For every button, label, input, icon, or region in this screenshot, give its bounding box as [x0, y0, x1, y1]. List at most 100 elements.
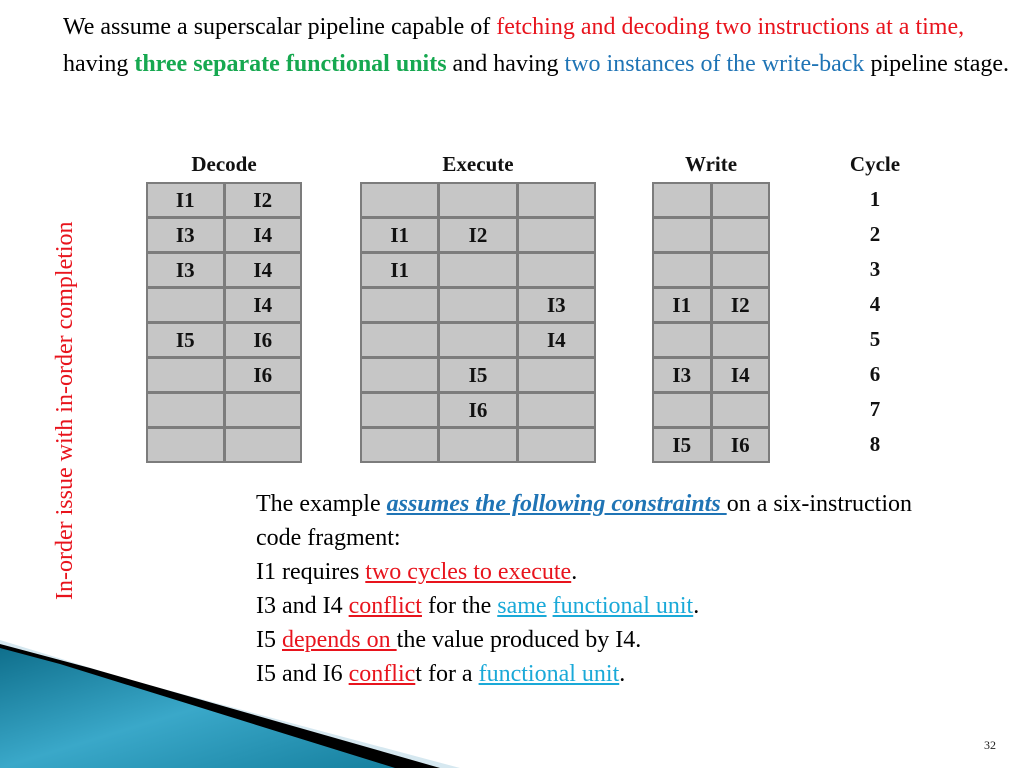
- decode-cell: I5: [148, 324, 223, 356]
- decode-title: Decode: [191, 152, 257, 176]
- constraint-segment: for the: [421, 593, 498, 619]
- constraint-segment: I3 and I4: [256, 593, 349, 619]
- decode-cell: [148, 429, 223, 461]
- execute-cell: I1: [362, 219, 438, 251]
- execute-cell: [518, 359, 594, 391]
- constraint-segment: two cycles to execute: [365, 559, 572, 585]
- decode-cell: [148, 289, 223, 321]
- execute-cell: [362, 289, 438, 321]
- execute-cell: I5: [440, 359, 516, 391]
- constraint-segment: I1 requires: [256, 559, 366, 585]
- decode-cell: I4: [225, 289, 300, 321]
- constraint-line: I3 and I4 conflict for the same function…: [256, 589, 956, 623]
- write-cell: [654, 219, 710, 251]
- cycle-number: 2: [869, 222, 881, 246]
- cycle-title: Cycle: [849, 152, 901, 176]
- intro-segment: pipeline stage.: [864, 51, 1010, 77]
- write-cell: [712, 324, 768, 356]
- decode-cell: I1: [148, 184, 223, 216]
- constraint-segment: The example: [256, 491, 387, 517]
- execute-cell: [440, 324, 516, 356]
- intro-segment: three separate functional units: [134, 51, 447, 77]
- constraint-segment: .: [693, 593, 700, 619]
- execute-cell: I3: [518, 289, 594, 321]
- write-cell: I4: [712, 359, 768, 391]
- write-cell: [654, 254, 710, 286]
- constraint-segment: .: [571, 559, 578, 585]
- execute-cell: [440, 184, 516, 216]
- write-cell: [654, 394, 710, 426]
- execute-cell: [362, 184, 438, 216]
- decode-cell: I4: [225, 219, 300, 251]
- constraint-segment: conflict: [348, 593, 422, 619]
- write-cell: [712, 394, 768, 426]
- execute-cell: I2: [440, 219, 516, 251]
- intro-paragraph: We assume a superscalar pipeline capable…: [63, 9, 1013, 83]
- decode-table: I1 I2 I3 I4 I3 I4 I4 I5 I6 I6: [146, 182, 302, 463]
- execute-cell: [518, 254, 594, 286]
- constraint-segment: same: [497, 593, 547, 619]
- decode-cell: [148, 359, 223, 391]
- constraint-line: I1 requires two cycles to execute.: [256, 555, 956, 589]
- constraint-segment: functional unit: [478, 661, 620, 687]
- page-number: 32: [984, 738, 996, 752]
- write-cell: [712, 219, 768, 251]
- write-table: I1 I2 I3 I4 I5 I6: [652, 182, 770, 463]
- execute-cell: [440, 289, 516, 321]
- execute-title: Execute: [442, 152, 514, 176]
- execute-cell: [362, 324, 438, 356]
- cycle-number: 5: [869, 327, 881, 351]
- write-cell: [712, 184, 768, 216]
- execute-cell: I1: [362, 254, 438, 286]
- decode-cell: I6: [225, 324, 300, 356]
- constraint-segment: .: [619, 661, 626, 687]
- decode-cell: I4: [225, 254, 300, 286]
- deco-teal-band: [0, 648, 395, 768]
- intro-segment: having: [63, 51, 135, 77]
- execute-cell: [362, 359, 438, 391]
- write-cell: I6: [712, 429, 768, 461]
- intro-segment: two instances of the write-back: [564, 51, 865, 77]
- write-cell: I3: [654, 359, 710, 391]
- execute-cell: I4: [518, 324, 594, 356]
- execute-cell: [518, 219, 594, 251]
- execute-cell: [518, 184, 594, 216]
- cycle-column: 1 2 3 4 5 6 7 8: [845, 182, 905, 462]
- decode-cell: I6: [225, 359, 300, 391]
- cycle-number: 4: [869, 292, 881, 316]
- write-cell: [654, 184, 710, 216]
- write-cell: [712, 254, 768, 286]
- decode-cell: I3: [148, 219, 223, 251]
- decode-cell: I2: [225, 184, 300, 216]
- decode-cell: I3: [148, 254, 223, 286]
- execute-cell: [440, 254, 516, 286]
- cycle-number: 8: [869, 432, 881, 456]
- execute-cell: [518, 429, 594, 461]
- decode-cell: [225, 429, 300, 461]
- side-label: In-order issue with in-order completion: [52, 221, 78, 600]
- execute-cell: [362, 429, 438, 461]
- decode-cell: [225, 394, 300, 426]
- write-cell: I2: [712, 289, 768, 321]
- constraint-segment: assumes the following constraints: [386, 491, 727, 517]
- constraint-segment: functional unit: [552, 593, 694, 619]
- decode-cell: [148, 394, 223, 426]
- corner-decoration: [0, 640, 460, 768]
- intro-segment: and having: [446, 51, 565, 77]
- intro-segment: fetching and decoding two instructions a…: [496, 14, 965, 40]
- execute-cell: [362, 394, 438, 426]
- write-cell: [654, 324, 710, 356]
- intro-segment: We assume a superscalar pipeline capable…: [63, 14, 497, 40]
- execute-table: I1 I2 I1 I3 I4 I5 I6: [360, 182, 596, 463]
- constraint-line: The example assumes the following constr…: [256, 487, 956, 555]
- execute-cell: [518, 394, 594, 426]
- cycle-number: 3: [869, 257, 881, 281]
- execute-cell: [440, 429, 516, 461]
- execute-cell: I6: [440, 394, 516, 426]
- cycle-number: 7: [869, 397, 881, 421]
- cycle-number: 1: [869, 187, 881, 211]
- write-cell: I5: [654, 429, 710, 461]
- cycle-number: 6: [869, 362, 881, 386]
- write-cell: I1: [654, 289, 710, 321]
- write-title: Write: [684, 152, 738, 176]
